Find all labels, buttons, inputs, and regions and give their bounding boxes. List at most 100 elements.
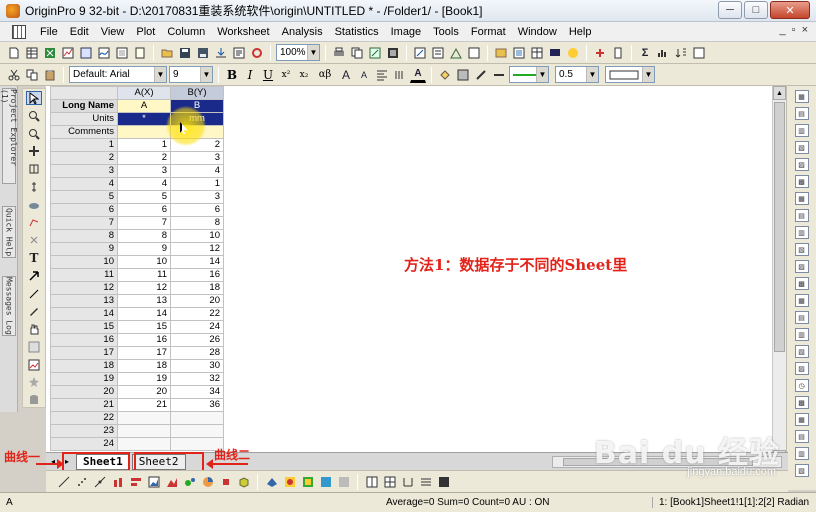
region-fill-icon[interactable] bbox=[26, 340, 42, 354]
cell-a[interactable] bbox=[117, 411, 171, 425]
data-selector-icon[interactable] bbox=[26, 180, 42, 194]
cell-b[interactable]: 16 bbox=[170, 268, 224, 282]
layer-right-icon[interactable]: ▩ bbox=[794, 277, 809, 290]
menu-file[interactable]: File bbox=[34, 22, 64, 42]
cell-a[interactable]: 8 bbox=[117, 229, 171, 243]
cell-a[interactable]: 4 bbox=[117, 177, 171, 191]
scroll-up-icon[interactable]: ▲ bbox=[773, 86, 786, 100]
insert-graph-icon[interactable] bbox=[26, 358, 42, 372]
film-icon[interactable] bbox=[385, 45, 401, 61]
group-icon[interactable]: ▥ bbox=[794, 447, 809, 460]
cell-a[interactable]: 2 bbox=[117, 151, 171, 165]
row-header[interactable]: 19 bbox=[50, 372, 118, 386]
row-header[interactable]: 14 bbox=[50, 307, 118, 321]
pattern-icon[interactable] bbox=[455, 67, 471, 83]
cell-a[interactable]: 19 bbox=[117, 372, 171, 386]
column-icon[interactable] bbox=[610, 45, 626, 61]
cell-b[interactable]: 10 bbox=[170, 229, 224, 243]
menu-image[interactable]: Image bbox=[385, 22, 428, 42]
layout-icon[interactable] bbox=[364, 474, 379, 489]
row-header[interactable]: 10 bbox=[50, 255, 118, 269]
cell-b[interactable]: 6 bbox=[170, 203, 224, 217]
pointer-icon[interactable] bbox=[26, 91, 42, 106]
sigma-icon[interactable]: Σ bbox=[637, 45, 653, 61]
image-plot-icon[interactable] bbox=[300, 474, 315, 489]
new-graph-icon[interactable] bbox=[60, 45, 76, 61]
zoom-in-icon[interactable] bbox=[26, 109, 42, 123]
heatmap-icon[interactable] bbox=[318, 474, 333, 489]
scroll-thumb[interactable] bbox=[774, 102, 785, 352]
set-values-icon[interactable] bbox=[691, 45, 707, 61]
stack-icon[interactable] bbox=[418, 474, 433, 489]
row-header[interactable]: 17 bbox=[50, 346, 118, 360]
zoom-out-icon[interactable] bbox=[26, 127, 42, 141]
row-header[interactable]: 3 bbox=[50, 164, 118, 178]
split-icon[interactable]: ▩ bbox=[794, 396, 809, 409]
row-header[interactable]: 20 bbox=[50, 385, 118, 399]
cell-a[interactable]: 18 bbox=[117, 359, 171, 373]
graph-tool-icon[interactable] bbox=[448, 45, 464, 61]
row-header[interactable]: 18 bbox=[50, 359, 118, 373]
mask-icon[interactable] bbox=[26, 216, 42, 230]
cell-b[interactable]: 8 bbox=[170, 216, 224, 230]
pie-chart-icon[interactable] bbox=[200, 474, 215, 489]
mdi-restore-button[interactable]: ▫ bbox=[792, 24, 796, 36]
new-worksheet-icon[interactable] bbox=[24, 45, 40, 61]
vertical-text-icon[interactable] bbox=[392, 67, 408, 83]
row-header[interactable]: 23 bbox=[50, 424, 118, 438]
merge-graph-icon[interactable]: ▤ bbox=[794, 311, 809, 324]
copy-page-icon[interactable] bbox=[349, 45, 365, 61]
arrow-tool-icon[interactable] bbox=[26, 269, 42, 283]
star-icon[interactable] bbox=[26, 376, 42, 390]
new-layout-icon[interactable] bbox=[114, 45, 130, 61]
database-icon[interactable] bbox=[26, 393, 42, 407]
box-chart-icon[interactable] bbox=[218, 474, 233, 489]
3d-surface-icon[interactable] bbox=[264, 474, 279, 489]
new-notes-icon[interactable] bbox=[132, 45, 148, 61]
project-explorer-tab[interactable]: Project Explorer (1) bbox=[0, 88, 18, 184]
cell-b[interactable]: 28 bbox=[170, 346, 224, 360]
menu-help[interactable]: Help bbox=[563, 22, 598, 42]
project-explorer-icon[interactable] bbox=[493, 45, 509, 61]
underline-button[interactable]: U bbox=[260, 67, 276, 83]
code-builder-icon[interactable] bbox=[412, 45, 428, 61]
decrease-font-icon[interactable]: A bbox=[356, 67, 372, 83]
cell-a[interactable]: 20 bbox=[117, 385, 171, 399]
scale-bar-icon[interactable]: ▥ bbox=[794, 226, 809, 239]
table-grid-icon[interactable]: ▥ bbox=[794, 124, 809, 137]
recalculate-icon[interactable] bbox=[249, 45, 265, 61]
extract-layer-icon[interactable]: ▥ bbox=[794, 328, 809, 341]
bubble-plot-icon[interactable] bbox=[182, 474, 197, 489]
cell-a[interactable]: 6 bbox=[117, 203, 171, 217]
line-plot-icon[interactable] bbox=[56, 474, 71, 489]
cell-b[interactable]: 1 bbox=[170, 177, 224, 191]
multi-axis-icon[interactable] bbox=[400, 474, 415, 489]
axis-icon[interactable]: ▨ bbox=[794, 158, 809, 171]
cell-a[interactable]: 9 bbox=[117, 242, 171, 256]
corner-cell[interactable] bbox=[50, 86, 118, 100]
bar-plot-icon[interactable] bbox=[128, 474, 143, 489]
pen-tool-icon[interactable] bbox=[26, 305, 42, 319]
object-edit-icon[interactable]: ▦ bbox=[794, 413, 809, 426]
cell-b[interactable]: 34 bbox=[170, 385, 224, 399]
menu-window[interactable]: Window bbox=[512, 22, 563, 42]
apps-icon[interactable] bbox=[565, 45, 581, 61]
row-header[interactable]: 21 bbox=[50, 398, 118, 412]
cell-b[interactable]: 4 bbox=[170, 164, 224, 178]
cell-a[interactable]: 7 bbox=[117, 216, 171, 230]
border-select[interactable]: ▼ bbox=[605, 66, 655, 83]
cell-a[interactable]: 17 bbox=[117, 346, 171, 360]
cell-b[interactable]: 24 bbox=[170, 320, 224, 334]
row-header[interactable]: 5 bbox=[50, 190, 118, 204]
row-header[interactable]: 8 bbox=[50, 229, 118, 243]
statistics-icon[interactable] bbox=[655, 45, 671, 61]
layer-top-icon[interactable]: ▨ bbox=[794, 260, 809, 273]
increase-font-icon[interactable]: A bbox=[338, 67, 354, 83]
text-tool-icon[interactable]: T bbox=[26, 251, 42, 265]
panel-icon[interactable] bbox=[382, 474, 397, 489]
cut-icon[interactable] bbox=[6, 67, 22, 83]
rescale-icon[interactable]: ▧ bbox=[794, 141, 809, 154]
row-header[interactable]: 11 bbox=[50, 268, 118, 282]
column-header-a[interactable]: A(X) bbox=[117, 86, 171, 100]
line-tool-icon[interactable] bbox=[26, 287, 42, 301]
